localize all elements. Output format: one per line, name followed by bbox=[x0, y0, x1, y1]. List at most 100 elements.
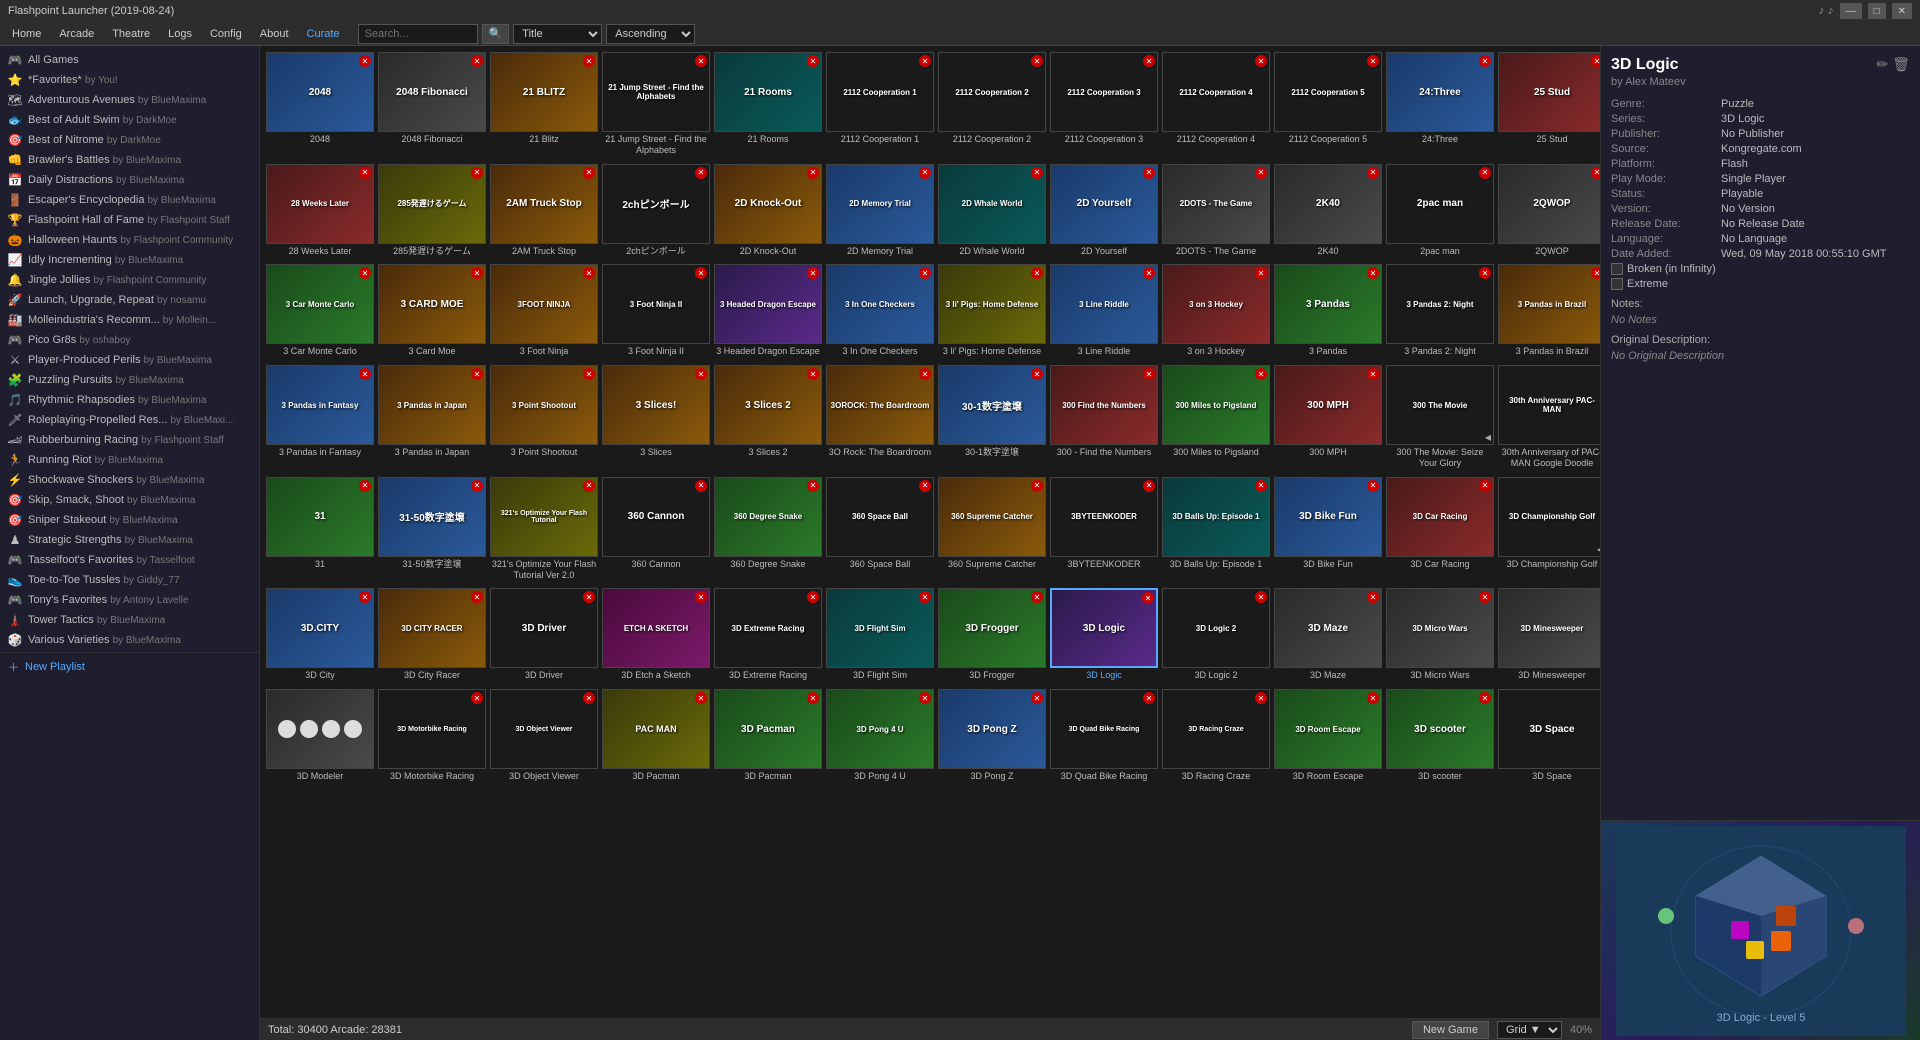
game-thumb-3d-motorbike[interactable]: 3D Motorbike Racing✕3D Motorbike Racing bbox=[378, 689, 486, 784]
game-thumb-321s[interactable]: 321's Optimize Your Flash Tutorial✕321's… bbox=[490, 477, 598, 583]
sidebar-item-launch-upgrade[interactable]: 🚀 Launch, Upgrade, Repeat by nosamu bbox=[0, 290, 259, 310]
sidebar-item-strategic[interactable]: ♟ Strategic Strengths by BlueMaxima bbox=[0, 530, 259, 550]
game-thumb-3-card-moe[interactable]: 3 CARD MOE✕3 Card Moe bbox=[378, 264, 486, 359]
game-thumb-2112-3[interactable]: 2112 Cooperation 3✕2112 Cooperation 3 bbox=[1050, 52, 1158, 158]
game-thumb-3d-space[interactable]: 3D Space3D Space bbox=[1498, 689, 1600, 784]
game-thumb-30th-anniversary[interactable]: 30th Anniversary PAC-MAN30th Anniversary… bbox=[1498, 365, 1600, 471]
game-thumb-3byteenkoder[interactable]: 3BYTEENKODER✕3BYTEENKODER bbox=[1050, 477, 1158, 583]
view-mode-select[interactable]: Grid ▼ List bbox=[1497, 1021, 1562, 1039]
game-thumb-3-pandas-japan[interactable]: 3 Pandas in Japan✕3 Pandas in Japan bbox=[378, 365, 486, 471]
sidebar-item-player-produced[interactable]: ⚔ Player-Produced Perils by BlueMaxima bbox=[0, 350, 259, 370]
game-thumb-360-cannon[interactable]: 360 Cannon✕360 Cannon bbox=[602, 477, 710, 583]
game-thumb-3d-flight[interactable]: 3D Flight Sim✕3D Flight Sim bbox=[826, 588, 934, 683]
game-thumb-2048-fibonacci[interactable]: 2048 Fibonacci✕2048 Fibonacci bbox=[378, 52, 486, 158]
game-thumb-25-stud[interactable]: 25 Stud✕25 Stud bbox=[1498, 52, 1600, 158]
game-thumb-3-line-riddle[interactable]: 3 Line Riddle✕3 Line Riddle bbox=[1050, 264, 1158, 359]
search-input[interactable] bbox=[358, 24, 478, 44]
delete-button[interactable]: 🗑 bbox=[1892, 56, 1910, 73]
game-thumb-3d-pong-4u[interactable]: 3D Pong 4 U✕3D Pong 4 U bbox=[826, 689, 934, 784]
game-thumb-24-three[interactable]: 24:Three✕24:Three bbox=[1386, 52, 1494, 158]
game-thumb-2d-knockout[interactable]: 2D Knock-Out✕2D Knock-Out bbox=[714, 164, 822, 259]
game-thumb-300-find-numbers[interactable]: 300 Find the Numbers✕300 - Find the Numb… bbox=[1050, 365, 1158, 471]
game-thumb-21-rooms[interactable]: 21 Rooms✕21 Rooms bbox=[714, 52, 822, 158]
broken-checkbox[interactable] bbox=[1611, 263, 1623, 275]
game-thumb-3d-micro-wars[interactable]: 3D Micro Wars✕3D Micro Wars bbox=[1386, 588, 1494, 683]
game-thumb-3d-car-racing[interactable]: 3D Car Racing✕3D Car Racing bbox=[1386, 477, 1494, 583]
menu-about[interactable]: About bbox=[252, 26, 297, 42]
game-thumb-28-weeks[interactable]: 28 Weeks Later✕28 Weeks Later bbox=[266, 164, 374, 259]
game-thumb-3-slices[interactable]: 3 Slices!✕3 Slices bbox=[602, 365, 710, 471]
sidebar-item-various[interactable]: 🎲 Various Varieties by BlueMaxima bbox=[0, 630, 259, 650]
sidebar-item-favorites[interactable]: ⭐ *Favorites* by You! bbox=[0, 70, 259, 90]
game-thumb-3-pandas-fantasy[interactable]: 3 Pandas in Fantasy✕3 Pandas in Fantasy bbox=[266, 365, 374, 471]
game-thumb-3d-driver[interactable]: 3D Driver✕3D Driver bbox=[490, 588, 598, 683]
sidebar-item-puzzling-pursuits[interactable]: 🧩 Puzzling Pursuits by BlueMaxima bbox=[0, 370, 259, 390]
menu-logs[interactable]: Logs bbox=[160, 26, 200, 42]
sidebar-item-flashpoint-hall[interactable]: 🏆 Flashpoint Hall of Fame by Flashpoint … bbox=[0, 210, 259, 230]
game-thumb-3d-balls[interactable]: 3D Balls Up: Episode 1✕3D Balls Up: Epis… bbox=[1162, 477, 1270, 583]
maximize-button[interactable]: □ bbox=[1868, 3, 1886, 19]
sidebar-item-shockwave[interactable]: ⚡ Shockwave Shockers by BlueMaxima bbox=[0, 470, 259, 490]
game-thumb-3d-maze[interactable]: 3D Maze✕3D Maze bbox=[1274, 588, 1382, 683]
close-button[interactable]: ✕ bbox=[1892, 3, 1912, 19]
sidebar-item-daily-distractions[interactable]: 📅 Daily Distractions by BlueMaxima bbox=[0, 170, 259, 190]
sidebar-item-best-adult-swim[interactable]: 🐟 Best of Adult Swim by DarkMoe bbox=[0, 110, 259, 130]
game-thumb-3d-frogger[interactable]: 3D Frogger✕3D Frogger bbox=[938, 588, 1046, 683]
menu-arcade[interactable]: Arcade bbox=[51, 26, 102, 42]
game-thumb-3d-logic-2[interactable]: 3D Logic 2✕3D Logic 2 bbox=[1162, 588, 1270, 683]
game-thumb-2k40[interactable]: 2K40✕2K40 bbox=[1274, 164, 1382, 259]
game-thumb-3-pandas-night[interactable]: 3 Pandas 2: Night✕3 Pandas 2: Night bbox=[1386, 264, 1494, 359]
game-thumb-3d-bike-fun[interactable]: 3D Bike Fun✕3D Bike Fun bbox=[1274, 477, 1382, 583]
menu-curate[interactable]: Curate bbox=[299, 26, 348, 42]
sidebar-item-brawlers-battles[interactable]: 👊 Brawler's Battles by BlueMaxima bbox=[0, 150, 259, 170]
extreme-checkbox[interactable] bbox=[1611, 278, 1623, 290]
game-thumb-3d-quad-bike[interactable]: 3D Quad Bike Racing✕3D Quad Bike Racing bbox=[1050, 689, 1158, 784]
game-thumb-300-movie[interactable]: 300 The Movie◀300 The Movie: Seize Your … bbox=[1386, 365, 1494, 471]
sidebar-item-tasselfoot[interactable]: 🎮 Tasselfoot's Favorites by Tasselfoot bbox=[0, 550, 259, 570]
game-thumb-3-foot-ninja[interactable]: 3FOOT NINJA✕3 Foot Ninja bbox=[490, 264, 598, 359]
game-thumb-3-point[interactable]: 3 Point Shootout✕3 Point Shootout bbox=[490, 365, 598, 471]
game-thumb-3d-room-escape[interactable]: 3D Room Escape✕3D Room Escape bbox=[1274, 689, 1382, 784]
game-thumb-3d-object-viewer[interactable]: 3D Object Viewer✕3D Object Viewer bbox=[490, 689, 598, 784]
sidebar-item-rhythmic[interactable]: 🎵 Rhythmic Rhapsodies by BlueMaxima bbox=[0, 390, 259, 410]
sidebar-item-rubberburning[interactable]: 🏎 Rubberburning Racing by Flashpoint Sta… bbox=[0, 430, 259, 450]
sidebar-item-molleindustria[interactable]: 🏭 Molleindustria's Recomm... by Mollein.… bbox=[0, 310, 259, 330]
sidebar-item-halloween[interactable]: 🎃 Halloween Haunts by Flashpoint Communi… bbox=[0, 230, 259, 250]
game-thumb-3d-city-racer[interactable]: 3D CITY RACER✕3D City Racer bbox=[378, 588, 486, 683]
game-thumb-3-pandas[interactable]: 3 Pandas✕3 Pandas bbox=[1274, 264, 1382, 359]
sidebar-item-running-riot[interactable]: 🏃 Running Riot by BlueMaxima bbox=[0, 450, 259, 470]
game-thumb-300-miles[interactable]: 300 Miles to Pigsland✕300 Miles to Pigsl… bbox=[1162, 365, 1270, 471]
game-thumb-3-pandas-brazil[interactable]: 3 Pandas in Brazil✕3 Pandas in Brazil bbox=[1498, 264, 1600, 359]
game-thumb-3-in-one[interactable]: 3 In One Checkers✕3 In One Checkers bbox=[826, 264, 934, 359]
game-thumb-3d-pong-z[interactable]: 3D Pong Z✕3D Pong Z bbox=[938, 689, 1046, 784]
game-thumb-31-50[interactable]: 31-50数字塗壌✕31-50数字塗壌 bbox=[378, 477, 486, 583]
game-thumb-360-space-ball[interactable]: 360 Space Ball✕360 Space Ball bbox=[826, 477, 934, 583]
game-thumb-2048[interactable]: 2048✕2048 bbox=[266, 52, 374, 158]
game-thumb-2qwop[interactable]: 2QWOP✕2QWOP bbox=[1498, 164, 1600, 259]
game-thumb-3-car-monte[interactable]: 3 Car Monte Carlo✕3 Car Monte Carlo bbox=[266, 264, 374, 359]
game-thumb-3-slices-2[interactable]: 3 Slices 2✕3 Slices 2 bbox=[714, 365, 822, 471]
game-thumb-3d-pacman-2[interactable]: 3D Pacman✕3D Pacman bbox=[714, 689, 822, 784]
game-thumb-30rock[interactable]: 3OROCK: The Boardroom✕3O Rock: The Board… bbox=[826, 365, 934, 471]
order-select[interactable]: Ascending Descending bbox=[606, 24, 695, 44]
game-thumb-30-1[interactable]: 30-1数字塗壌✕30-1数字塗壌 bbox=[938, 365, 1046, 471]
sidebar-item-toe-tussles[interactable]: 👟 Toe-to-Toe Tussles by Giddy_77 bbox=[0, 570, 259, 590]
game-thumb-3d-city[interactable]: 3D.CITY✕3D City bbox=[266, 588, 374, 683]
search-button[interactable]: 🔍 bbox=[482, 24, 510, 44]
sidebar-item-sniper[interactable]: 🎯 Sniper Stakeout by BlueMaxima bbox=[0, 510, 259, 530]
game-thumb-3d-extreme[interactable]: 3D Extreme Racing✕3D Extreme Racing bbox=[714, 588, 822, 683]
game-thumb-3d-pacman-1[interactable]: PAC MAN✕3D Pacman bbox=[602, 689, 710, 784]
game-thumb-285[interactable]: 285発遅けるゲーム✕285発遅けるゲーム bbox=[378, 164, 486, 259]
sidebar-item-idly-incrementing[interactable]: 📈 Idly Incrementing by BlueMaxima bbox=[0, 250, 259, 270]
game-thumb-2d-yourself[interactable]: 2D Yourself✕2D Yourself bbox=[1050, 164, 1158, 259]
menu-home[interactable]: Home bbox=[4, 26, 49, 42]
sidebar-item-all-games[interactable]: 🎮 All Games bbox=[0, 50, 259, 70]
sidebar-item-jingle-jollies[interactable]: 🔔 Jingle Jollies by Flashpoint Community bbox=[0, 270, 259, 290]
game-thumb-2d-whale[interactable]: 2D Whale World✕2D Whale World bbox=[938, 164, 1046, 259]
game-thumb-2am[interactable]: 2AM Truck Stop✕2AM Truck Stop bbox=[490, 164, 598, 259]
game-thumb-31[interactable]: 31✕31 bbox=[266, 477, 374, 583]
game-thumb-2112-2[interactable]: 2112 Cooperation 2✕2112 Cooperation 2 bbox=[938, 52, 1046, 158]
new-game-button[interactable]: New Game bbox=[1412, 1021, 1489, 1039]
menu-theatre[interactable]: Theatre bbox=[104, 26, 158, 42]
new-playlist-button[interactable]: ＋ New Playlist bbox=[0, 655, 259, 679]
